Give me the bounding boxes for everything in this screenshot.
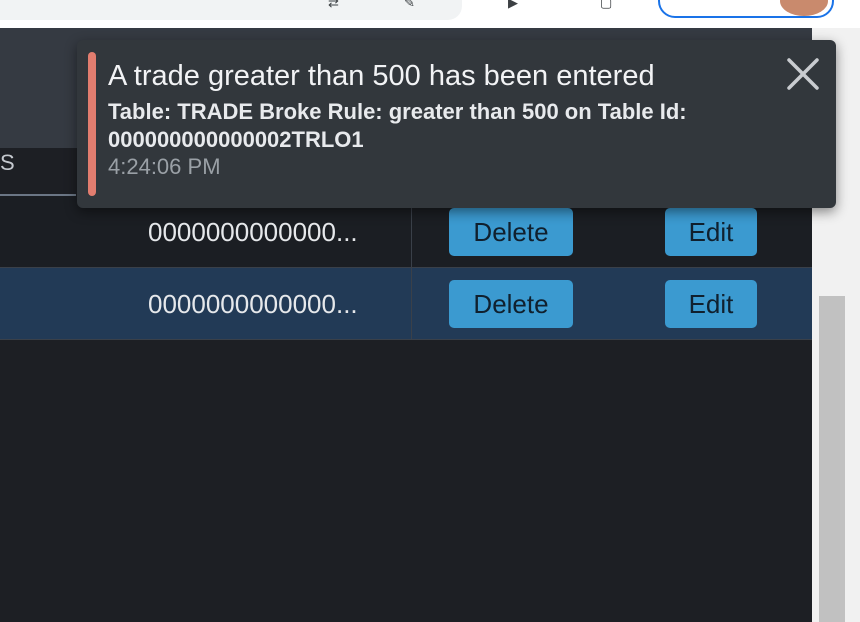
table-row-selected[interactable]: 0000000000000... Delete Edit	[0, 268, 812, 340]
edit-button[interactable]: Edit	[665, 280, 757, 328]
toast-message: Table: TRADE Broke Rule: greater than 50…	[108, 99, 687, 152]
extensions-icon[interactable]: ✎	[404, 0, 415, 12]
toast-timestamp: 4:24:06 PM	[108, 154, 221, 179]
browser-toolbar: ⇄ ✎ ▶ ▢	[0, 0, 860, 28]
notification-toast: A trade greater than 500 has been entere…	[77, 40, 836, 208]
toast-accent-bar	[88, 52, 96, 196]
edit-button[interactable]: Edit	[665, 208, 757, 256]
cell-divider	[411, 268, 412, 340]
toast-title: A trade greater than 500 has been entere…	[108, 60, 655, 92]
row-id: 0000000000000...	[148, 289, 358, 319]
address-bar[interactable]	[0, 0, 462, 20]
delete-button[interactable]: Delete	[449, 280, 573, 328]
translate-icon[interactable]: ⇄	[328, 0, 339, 12]
table-tab[interactable]: S	[0, 150, 15, 176]
close-icon[interactable]	[783, 54, 823, 94]
delete-button[interactable]: Delete	[449, 208, 573, 256]
play-icon[interactable]: ▶	[508, 0, 518, 12]
tab-icon[interactable]: ▢	[600, 0, 612, 12]
scrollbar-thumb[interactable]	[819, 296, 845, 622]
